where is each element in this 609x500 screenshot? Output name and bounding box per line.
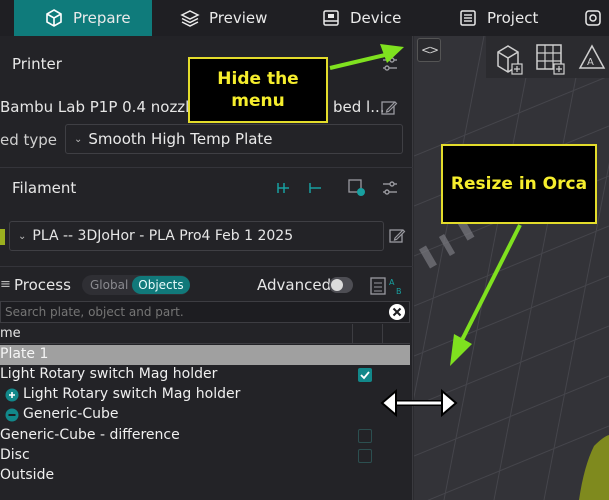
remove-filament-icon[interactable] (305, 178, 325, 198)
tab-project-label: Project (487, 9, 539, 27)
chevron-down-icon: ⌄ (74, 133, 83, 145)
object-checkbox[interactable] (358, 368, 372, 382)
bed-type-value: Smooth High Temp Plate (88, 130, 273, 148)
auto-orient-icon[interactable]: A (574, 40, 609, 76)
bed-type-select[interactable]: ⌄ Smooth High Temp Plate (65, 124, 403, 154)
clear-search-icon[interactable] (388, 303, 406, 321)
object-search-box (0, 301, 410, 323)
column-divider (352, 324, 353, 344)
printer-title: Printer (12, 55, 62, 73)
printer-name-suffix: bed l... (333, 98, 385, 116)
column-divider (382, 324, 383, 344)
list-icon (460, 10, 476, 26)
plate-label: Plate 1 (0, 346, 49, 362)
calibration-icon[interactable] (583, 8, 603, 28)
check-icon (360, 371, 370, 380)
global-objects-switch[interactable]: Global Objects (82, 275, 190, 295)
collapse-sidebar-button[interactable]: <> (417, 38, 441, 62)
callout-resize: Resize in Orca (441, 144, 597, 224)
advanced-toggle[interactable] (329, 277, 353, 293)
seg-objects[interactable]: Objects (132, 276, 190, 294)
filament-name: PLA -- 3DJoHor - PLA Pro4 Feb 1 2025 (32, 228, 294, 244)
edit-icon[interactable] (388, 227, 406, 245)
part-label: Generic-Cube (23, 406, 119, 422)
tab-preview-label: Preview (209, 9, 268, 27)
object-label: Disc (0, 447, 30, 463)
column-name-header[interactable]: me (0, 326, 21, 341)
filament-sync-icon[interactable] (346, 177, 368, 199)
tab-prepare-label: Prepare (73, 9, 131, 27)
add-plate-icon[interactable] (532, 40, 568, 76)
chevron-down-icon: ⌄ (18, 230, 27, 242)
object-row[interactable]: Disc (0, 446, 410, 466)
chevron-left-icon: <> (420, 43, 439, 57)
object-checkbox[interactable] (358, 429, 372, 443)
object-label: Light Rotary switch Mag holder (0, 366, 218, 382)
cube-icon (46, 9, 62, 27)
filament-color-swatch[interactable] (0, 229, 5, 245)
svg-text:A: A (389, 278, 395, 287)
add-filament-icon[interactable] (273, 178, 293, 198)
callout-hide-menu-text: Hide the menu (217, 69, 299, 111)
object-part-row[interactable]: Light Rotary switch Mag holder (0, 385, 410, 405)
layers-icon (180, 10, 200, 27)
filament-section-header: Filament (0, 167, 413, 207)
sliders-icon[interactable] (380, 178, 400, 198)
compare-icon[interactable]: AB (370, 276, 404, 296)
object-search-input[interactable] (5, 305, 385, 319)
tab-prepare[interactable]: Prepare (14, 0, 152, 36)
printer-name: Bambu Lab P1P 0.4 nozzle - (0, 98, 209, 116)
tab-project[interactable]: Project (458, 0, 538, 36)
bed-type-label: ed type (0, 131, 58, 149)
build-plate-grid (414, 36, 609, 500)
tab-device-label: Device (350, 9, 402, 27)
sliders-icon[interactable] (380, 54, 400, 74)
part-label: Light Rotary switch Mag holder (23, 386, 241, 402)
object-row[interactable]: Generic-Cube - difference (0, 426, 410, 446)
plate-row[interactable]: Plate 1 (0, 345, 410, 365)
process-icon: ≡ (0, 277, 11, 292)
svg-text:B: B (396, 287, 402, 296)
process-title: Process (14, 276, 71, 294)
tab-preview[interactable]: Preview (180, 0, 267, 36)
filament-title: Filament (12, 178, 77, 197)
add-object-icon[interactable] (490, 40, 526, 76)
top-tab-bar: Prepare Preview Device Project (0, 0, 609, 36)
seg-global[interactable]: Global (82, 278, 132, 292)
3d-viewport[interactable] (414, 36, 609, 500)
object-row[interactable]: Outside (0, 466, 410, 486)
tab-device[interactable]: Device (321, 0, 401, 36)
viewport-toolbar: A (486, 36, 609, 78)
filament-select[interactable]: ⌄ PLA -- 3DJoHor - PLA Pro4 Feb 1 2025 (9, 221, 384, 251)
object-label: Generic-Cube - difference (0, 427, 180, 443)
object-row[interactable]: Light Rotary switch Mag holder (0, 365, 410, 385)
svg-text:A: A (587, 57, 594, 68)
edit-icon[interactable] (380, 99, 398, 117)
filament-row: ⌄ PLA -- 3DJoHor - PLA Pro4 Feb 1 2025 (0, 221, 413, 253)
advanced-label: Advanced (257, 276, 332, 294)
callout-hide-menu: Hide the menu (188, 57, 328, 123)
object-label: Outside (0, 467, 55, 483)
callout-resize-text: Resize in Orca (450, 174, 588, 194)
negative-part-icon (5, 408, 19, 422)
positive-part-icon (5, 388, 19, 402)
object-part-row[interactable]: Generic-Cube (0, 405, 410, 425)
printer-device-icon (323, 10, 339, 26)
object-checkbox[interactable] (358, 449, 372, 463)
object-list-header: me (0, 324, 410, 344)
